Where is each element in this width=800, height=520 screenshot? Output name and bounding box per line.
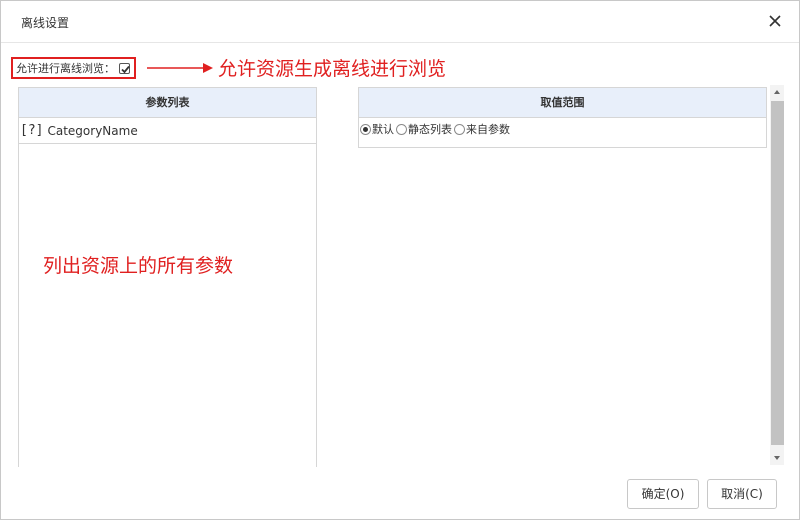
vertical-scrollbar[interactable] xyxy=(770,85,784,465)
scroll-up-arrow-icon[interactable] xyxy=(770,85,784,99)
parameter-type-icon: [?] xyxy=(20,123,44,138)
parameter-name: CategoryName xyxy=(47,123,138,138)
radio-static-list-label: 静态列表 xyxy=(408,123,452,136)
annotation-arrow-icon xyxy=(147,61,215,78)
radio-from-parameter-label: 来自参数 xyxy=(466,123,510,136)
allow-offline-label: 允许进行离线浏览： xyxy=(16,62,115,75)
value-range-header: 取值范围 xyxy=(359,88,766,118)
dialog-titlebar: 离线设置 xyxy=(1,1,799,43)
scroll-down-arrow-icon[interactable] xyxy=(770,451,784,465)
scrollbar-thumb[interactable] xyxy=(771,101,784,445)
dialog-title: 离线设置 xyxy=(21,16,70,30)
offline-settings-dialog: 离线设置 允许进行离线浏览： 允许资源生成离线进行浏览 参数列表 [?] Cat… xyxy=(0,0,800,520)
annotation-parameters: 列出资源上的所有参数 xyxy=(43,255,234,277)
radio-default[interactable]: 默认 xyxy=(360,121,394,137)
radio-default-circle[interactable] xyxy=(360,123,371,135)
parameter-row[interactable]: [?] CategoryName xyxy=(19,118,316,144)
value-range-panel: 取值范围 默认 静态列表 来自参数 xyxy=(358,87,767,148)
cancel-button[interactable]: 取消(C) xyxy=(707,479,777,509)
ok-button[interactable]: 确定(O) xyxy=(627,479,699,509)
close-icon[interactable] xyxy=(765,11,785,31)
radio-static-list[interactable]: 静态列表 xyxy=(396,121,452,137)
allow-offline-checkbox[interactable] xyxy=(119,62,130,74)
annotation-offline: 允许资源生成离线进行浏览 xyxy=(218,58,447,80)
radio-from-parameter[interactable]: 来自参数 xyxy=(454,121,510,137)
value-range-options: 默认 静态列表 来自参数 xyxy=(359,120,766,138)
radio-default-label: 默认 xyxy=(372,123,394,136)
parameter-list-header: 参数列表 xyxy=(19,88,316,118)
radio-static-list-circle[interactable] xyxy=(396,123,407,135)
radio-from-parameter-circle[interactable] xyxy=(454,123,465,135)
allow-offline-row: 允许进行离线浏览： xyxy=(11,57,136,79)
